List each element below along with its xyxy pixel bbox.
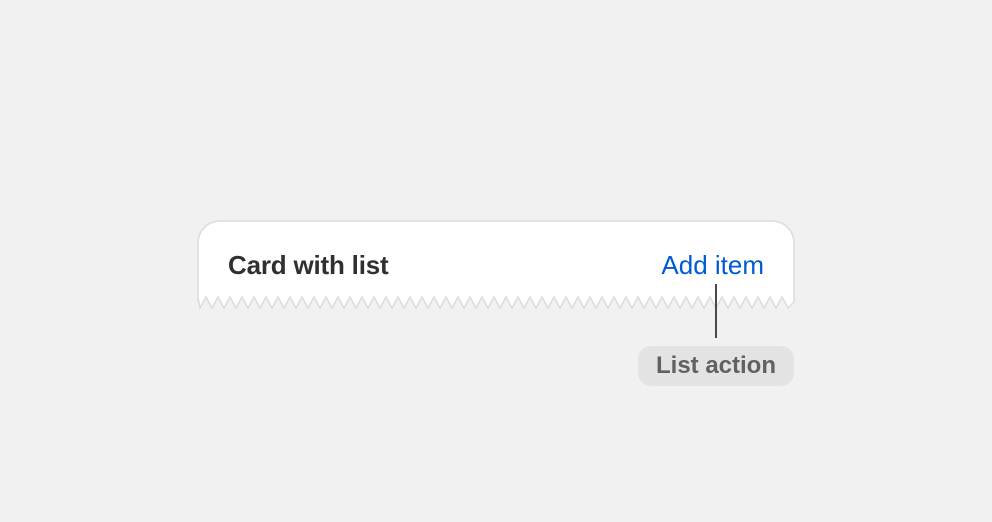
canvas: Card with list Add item List action bbox=[0, 0, 992, 522]
add-item-link[interactable]: Add item bbox=[661, 250, 764, 281]
callout-pointer-line bbox=[715, 284, 717, 338]
card-with-list: Card with list Add item bbox=[197, 220, 795, 311]
card-title: Card with list bbox=[228, 250, 389, 280]
callout-badge-list-action: List action bbox=[638, 346, 794, 386]
